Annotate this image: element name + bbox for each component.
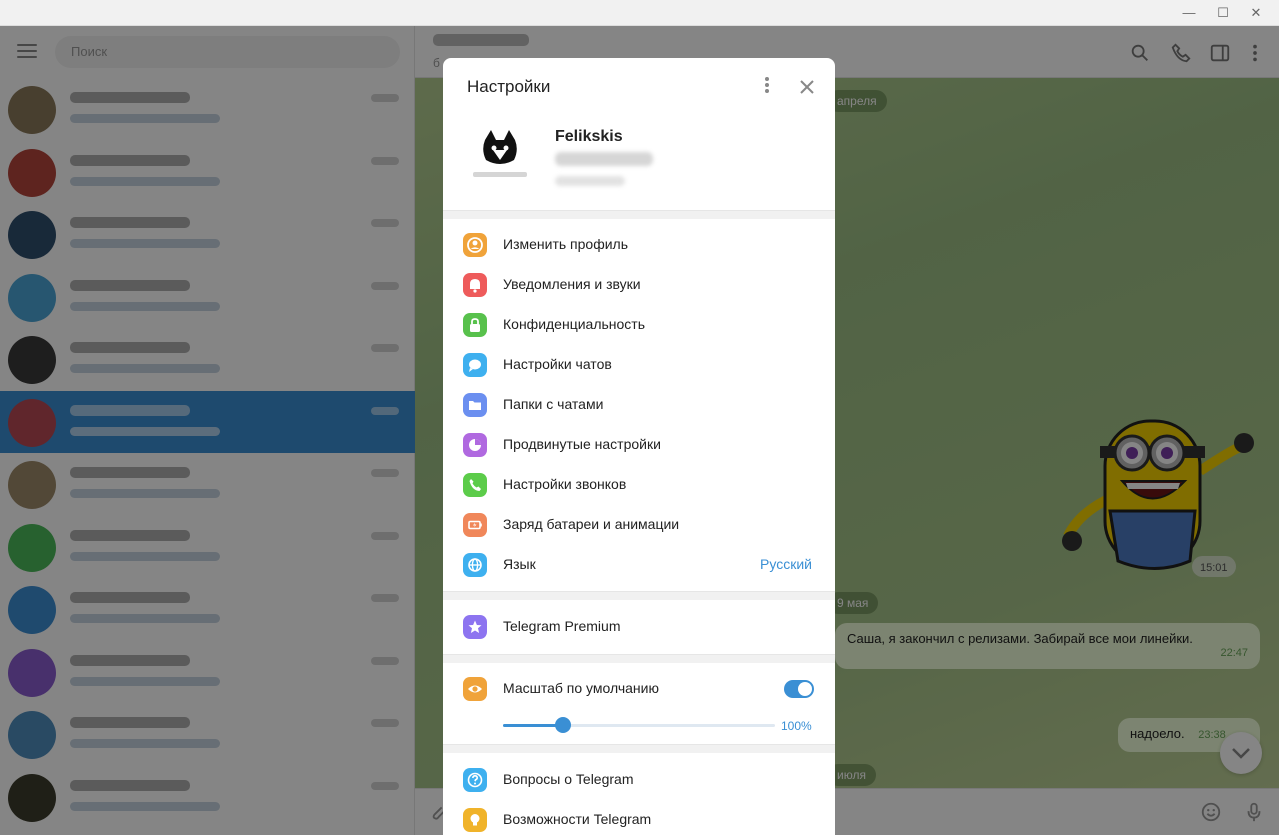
star-icon — [463, 615, 487, 639]
scale-value: 100% — [781, 719, 812, 733]
settings-item-label: Конфиденциальность — [503, 316, 646, 332]
settings-item-notifications[interactable]: Уведомления и звуки — [443, 266, 835, 306]
globe-icon — [463, 553, 487, 577]
minimize-icon[interactable]: — — [1177, 4, 1201, 22]
section-divider — [443, 654, 835, 663]
settings-item-label: Настройки звонков — [503, 476, 627, 492]
settings-dialog: Настройки Felikskis Изменить профиль Уве… — [443, 58, 835, 835]
settings-item-language[interactable]: Язык Русский — [443, 546, 835, 586]
settings-item-faq[interactable]: Вопросы о Telegram — [443, 761, 835, 801]
settings-item-privacy[interactable]: Конфиденциальность — [443, 306, 835, 346]
settings-item-label: Telegram Premium — [503, 618, 621, 634]
dialog-title: Настройки — [467, 77, 551, 96]
settings-item-battery[interactable]: Заряд батареи и анимации — [443, 506, 835, 546]
settings-item-label: Вопросы о Telegram — [503, 771, 634, 787]
scale-toggle[interactable] — [784, 680, 814, 698]
settings-item-label: Заряд батареи и анимации — [503, 516, 680, 532]
settings-item-label: Продвинутые настройки — [503, 436, 661, 452]
settings-item-features[interactable]: Возможности Telegram — [443, 801, 835, 835]
close-icon[interactable] — [795, 76, 819, 98]
pie-chart-icon — [463, 433, 487, 457]
settings-item-advanced[interactable]: Продвинутые настройки — [443, 426, 835, 466]
profile-username-blurred — [555, 176, 625, 186]
battery-icon — [463, 513, 487, 537]
eye-icon — [463, 677, 487, 701]
chat-bubble-icon — [463, 353, 487, 377]
settings-item-chat-folders[interactable]: Папки с чатами — [443, 386, 835, 426]
folder-icon — [463, 393, 487, 417]
section-divider — [443, 591, 835, 600]
slider-fill — [503, 724, 563, 727]
settings-item-premium[interactable]: Telegram Premium — [443, 608, 835, 648]
settings-item-label: Папки с чатами — [503, 396, 604, 412]
lightbulb-icon — [463, 808, 487, 832]
language-value: Русский — [760, 556, 812, 572]
bell-icon — [463, 273, 487, 297]
person-icon — [463, 233, 487, 257]
settings-item-chat-settings[interactable]: Настройки чатов — [443, 346, 835, 386]
settings-item-label: Возможности Telegram — [503, 811, 652, 827]
lock-icon — [463, 313, 487, 337]
settings-item-label: Масштаб по умолчанию — [503, 680, 659, 696]
settings-item-label: Изменить профиль — [503, 236, 628, 252]
settings-item-default-scale[interactable]: Масштаб по умолчанию — [443, 670, 835, 710]
settings-item-label: Язык — [503, 556, 536, 572]
question-icon — [463, 768, 487, 792]
profile-name: Felikskis — [555, 128, 623, 145]
profile-phone-blurred — [555, 152, 653, 166]
settings-item-calls[interactable]: Настройки звонков — [443, 466, 835, 506]
settings-item-label: Уведомления и звуки — [503, 276, 641, 292]
section-divider — [443, 744, 835, 753]
settings-item-edit-profile[interactable]: Изменить профиль — [443, 226, 835, 266]
profile-avatar[interactable] — [467, 128, 533, 182]
scale-slider[interactable] — [503, 717, 775, 733]
more-vertical-icon[interactable] — [755, 77, 779, 95]
settings-item-label: Настройки чатов — [503, 356, 612, 372]
maximize-icon[interactable]: ☐ — [1211, 4, 1235, 22]
slider-handle[interactable] — [554, 717, 571, 733]
title-bar: — ☐ ✕ — [0, 0, 1279, 26]
telegram-window: — ☐ ✕ Поиск б апреля 9 мая июля 15:01 Са… — [0, 0, 1279, 835]
phone-icon — [463, 473, 487, 497]
close-window-icon[interactable]: ✕ — [1244, 4, 1268, 22]
section-divider — [443, 210, 835, 219]
